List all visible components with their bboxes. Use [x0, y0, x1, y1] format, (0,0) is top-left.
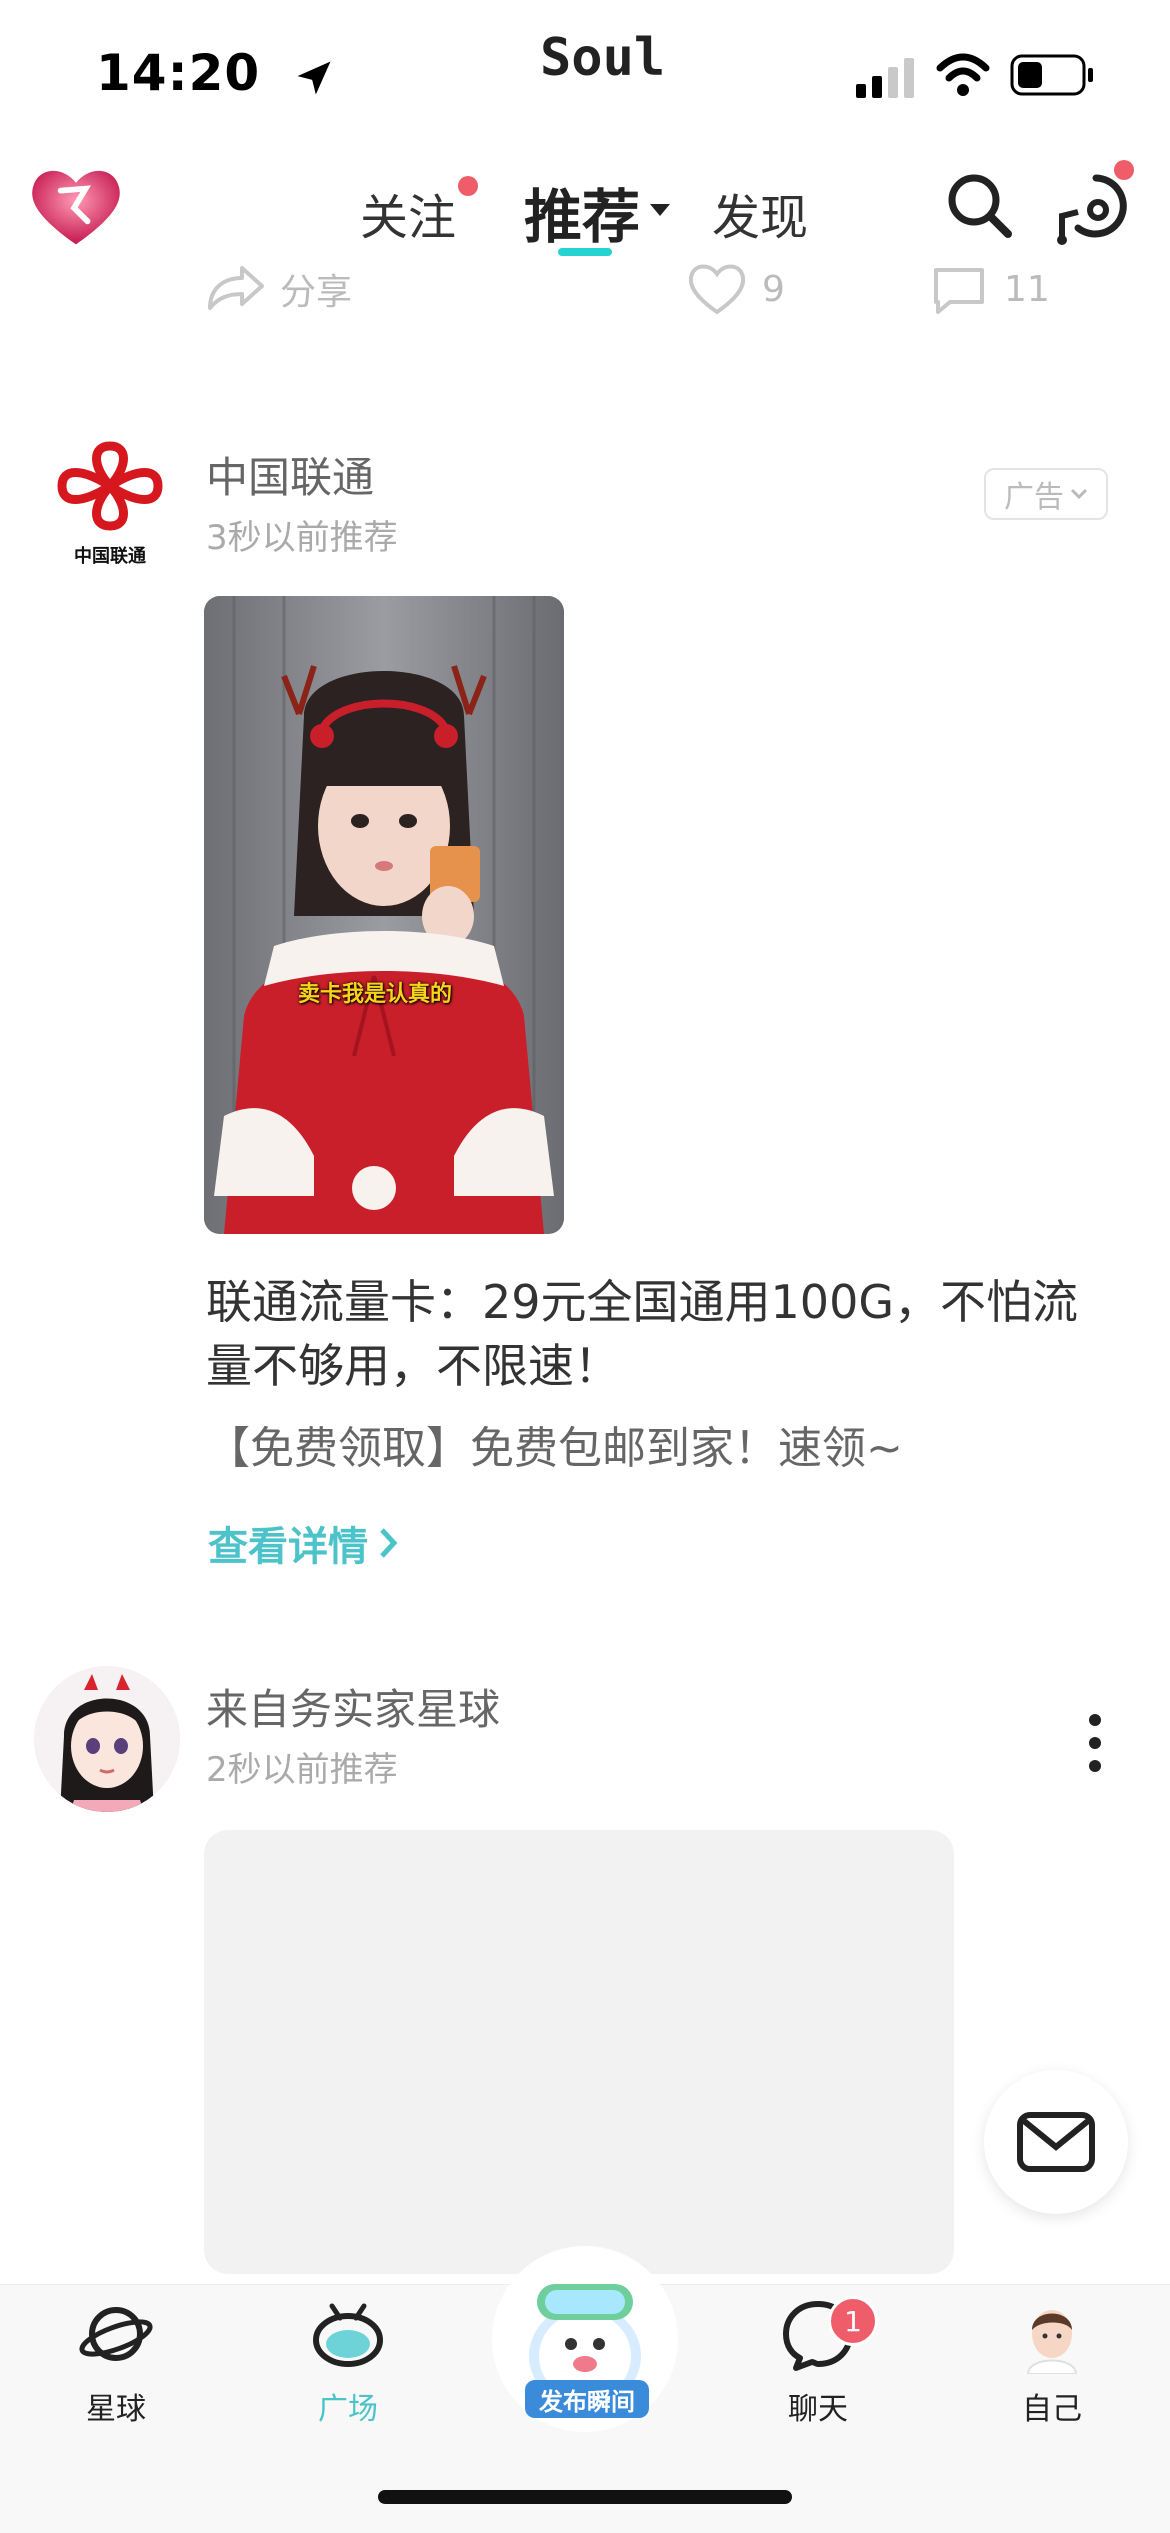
- caret-down-icon[interactable]: [650, 204, 670, 216]
- tab-chat-label: 聊天: [788, 2392, 848, 2427]
- chevron-right-icon: [380, 1528, 398, 1558]
- tab-follow[interactable]: 关注: [360, 178, 456, 248]
- post2-media-placeholder[interactable]: [204, 1830, 954, 2274]
- battery-icon: [1010, 54, 1093, 96]
- view-details-link[interactable]: 查看详情: [208, 1514, 400, 1572]
- status-app-name: Soul: [540, 28, 666, 88]
- home-indicator: [378, 2490, 792, 2504]
- tab-planet[interactable]: 星球: [26, 2294, 206, 2428]
- tab-square-label: 广场: [318, 2392, 378, 2427]
- location-arrow-icon: [297, 61, 331, 95]
- tab-recommend[interactable]: 推荐: [524, 170, 640, 254]
- heart-avatar-icon[interactable]: [28, 160, 124, 250]
- ad-image[interactable]: 卖卡我是认真的: [204, 596, 564, 1234]
- tab-chat[interactable]: 聊天: [728, 2294, 908, 2428]
- publish-moment-label: 发布瞬间: [525, 2380, 649, 2418]
- mail-fab-button[interactable]: [984, 2070, 1128, 2214]
- unicom-logo-caption: 中国联通: [74, 546, 146, 567]
- signal-icon: [856, 58, 914, 98]
- chevron-down-icon: [1070, 488, 1088, 500]
- ad-description: 联通流量卡：29元全国通用100G，不怕流量不够用，不限速！: [206, 1275, 1078, 1393]
- music-chat-icon[interactable]: [1056, 170, 1136, 246]
- ad-badge-label: 广告: [1004, 480, 1064, 515]
- music-notification-dot: [1114, 160, 1134, 180]
- planet-icon: [79, 2307, 153, 2361]
- like-button[interactable]: 9: [686, 262, 785, 316]
- comment-count: 11: [1004, 268, 1050, 310]
- share-button[interactable]: 分享: [204, 262, 352, 316]
- status-time: 14:20: [96, 44, 261, 102]
- tab-me-label: 自己: [1022, 2392, 1082, 2427]
- publish-moment-button[interactable]: 发布瞬间: [492, 2246, 678, 2432]
- post2-time: 2秒以前推荐: [206, 1750, 398, 1790]
- comment-button[interactable]: 11: [928, 262, 1050, 316]
- square-eye-icon: [313, 2303, 383, 2367]
- ad-subtext: 【免费领取】免费包邮到家！速领~: [206, 1423, 903, 1474]
- view-details-label: 查看详情: [208, 1524, 368, 1570]
- tab-me[interactable]: 自己: [962, 2294, 1142, 2428]
- share-icon: [208, 266, 264, 310]
- unicom-knot-icon: [57, 441, 163, 531]
- more-vertical-icon[interactable]: [1080, 1712, 1110, 1774]
- post2-author-name[interactable]: 来自务实家星球: [206, 1676, 500, 1737]
- like-count: 9: [762, 268, 785, 310]
- ad-post-time: 3秒以前推荐: [206, 518, 398, 558]
- chat-unread-badge: 1: [828, 2296, 878, 2346]
- mail-icon: [1017, 2112, 1095, 2172]
- ad-photo-illustration: [204, 596, 564, 1234]
- wifi-icon: [936, 53, 990, 96]
- ad-image-caption: 卖卡我是认真的: [298, 982, 453, 1007]
- share-label: 分享: [280, 272, 353, 313]
- ad-author-name[interactable]: 中国联通: [206, 444, 374, 505]
- follow-notification-dot: [458, 176, 478, 196]
- tab-square[interactable]: 广场: [258, 2294, 438, 2428]
- comment-icon: [934, 268, 984, 314]
- ad-badge[interactable]: 广告: [984, 468, 1108, 520]
- user-avatar-icon: [1026, 2310, 1078, 2374]
- search-icon[interactable]: [944, 170, 1014, 240]
- tab-discover[interactable]: 发现: [712, 178, 808, 248]
- active-tab-indicator: [558, 248, 612, 256]
- avatar[interactable]: [34, 1666, 180, 1812]
- tab-planet-label: 星球: [86, 2392, 146, 2427]
- heart-icon: [688, 264, 746, 315]
- unicom-logo[interactable]: 中国联通: [48, 436, 172, 567]
- cartoon-avatar-icon: [34, 1666, 180, 1812]
